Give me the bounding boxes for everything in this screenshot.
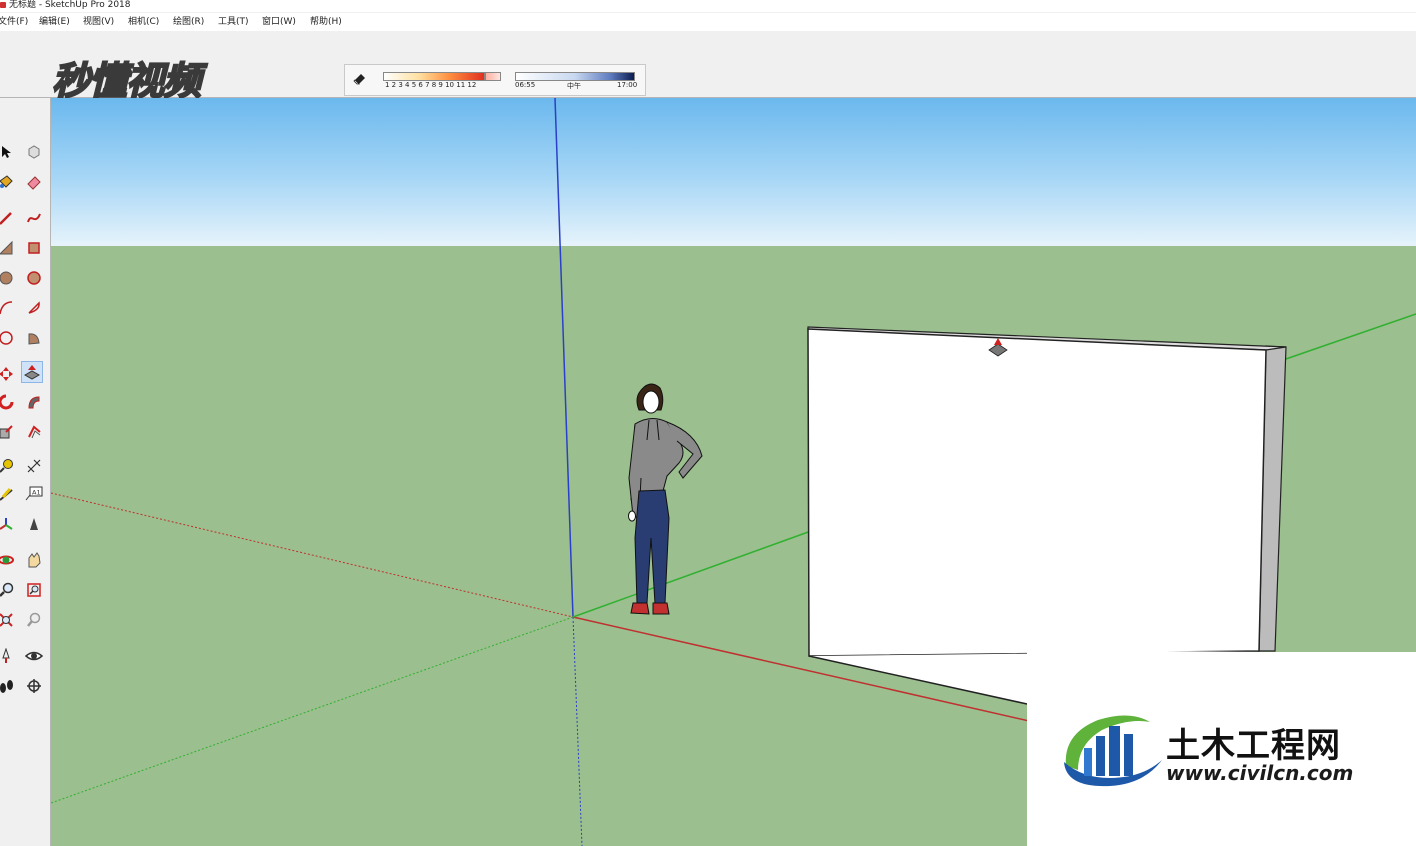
time-slider[interactable] — [515, 72, 635, 81]
green-axis — [572, 530, 812, 618]
blue-axis-negative — [572, 616, 583, 846]
push-pull-icon[interactable] — [21, 361, 43, 383]
dimension-icon[interactable] — [24, 456, 44, 476]
month-labels: 1 2 3 4 5 6 7 8 9 10 11 12 — [385, 81, 477, 89]
menu-window[interactable]: 窗口(W) — [262, 13, 296, 31]
civilcn-logo-icon — [1064, 715, 1162, 787]
wall[interactable] — [807, 326, 1287, 705]
menu-draw[interactable]: 绘图(R) — [173, 13, 204, 31]
rectangle-icon[interactable] — [0, 238, 16, 258]
line-icon[interactable] — [0, 208, 16, 228]
civilcn-url: www.civilcn.com — [1166, 761, 1354, 785]
freehand-icon[interactable] — [24, 208, 44, 228]
time-start-label: 06:55 — [515, 81, 536, 89]
main-toolbar: 1 2 3 4 5 6 7 8 9 10 11 12 06:55 中午 17:0… — [0, 31, 1416, 121]
arc-icon[interactable] — [0, 298, 16, 318]
menu-bar: 文件(F) 编辑(E) 视图(V) 相机(C) 绘图(R) 工具(T) 窗口(W… — [0, 13, 1416, 31]
offset-icon[interactable] — [24, 422, 44, 442]
polygon-icon[interactable] — [24, 268, 44, 288]
scale-figure[interactable] — [628, 383, 703, 615]
text-icon[interactable]: A1 — [24, 484, 44, 504]
circle-icon[interactable] — [0, 268, 16, 288]
wall-front — [807, 328, 1267, 657]
month-slider-end — [485, 72, 501, 81]
section-plane-icon[interactable] — [24, 676, 44, 696]
shadow-settings-panel: 1 2 3 4 5 6 7 8 9 10 11 12 06:55 中午 17:0… — [344, 64, 646, 96]
shadow-toggle-icon[interactable] — [353, 71, 367, 85]
orbit-icon[interactable] — [0, 550, 16, 570]
scale-icon[interactable] — [0, 422, 16, 442]
menu-edit[interactable]: 编辑(E) — [39, 13, 70, 31]
three-point-arc-icon[interactable] — [24, 328, 44, 348]
walk-icon[interactable] — [0, 676, 16, 696]
time-end-label: 17:00 — [617, 81, 638, 89]
red-axis-negative — [51, 492, 574, 618]
video-watermark: 秒懂视频 — [51, 58, 202, 104]
zoom-icon[interactable] — [0, 580, 16, 600]
title-bar: 无标题 - SketchUp Pro 2018 — [0, 0, 1416, 12]
make-component-icon[interactable] — [24, 142, 44, 162]
paint-bucket-icon[interactable] — [0, 172, 16, 192]
green-axis-negative — [51, 616, 574, 804]
sketchup-logo-icon — [0, 2, 6, 8]
menu-file[interactable]: 文件(F) — [0, 13, 28, 31]
eraser-icon[interactable] — [24, 172, 44, 192]
svg-text:A1: A1 — [32, 489, 41, 497]
follow-me-icon[interactable] — [24, 392, 44, 412]
pie-icon[interactable] — [24, 298, 44, 318]
select-icon[interactable] — [0, 142, 16, 162]
zoom-window-icon[interactable] — [24, 580, 44, 600]
tape-measure-icon[interactable] — [0, 456, 16, 476]
menu-help[interactable]: 帮助(H) — [310, 13, 342, 31]
3d-text-icon[interactable] — [24, 514, 44, 534]
green-axis-far — [1282, 313, 1416, 361]
window-title: 无标题 - SketchUp Pro 2018 — [9, 0, 131, 10]
zoom-extents-icon[interactable] — [0, 610, 16, 630]
rotate-icon[interactable] — [0, 392, 16, 412]
menu-camera[interactable]: 相机(C) — [128, 13, 159, 31]
previous-view-icon[interactable] — [24, 610, 44, 630]
time-noon-label: 中午 — [567, 82, 581, 90]
rotated-rectangle-icon[interactable] — [24, 238, 44, 258]
two-point-arc-icon[interactable] — [0, 328, 16, 348]
civilcn-title: 土木工程网 — [1166, 726, 1341, 766]
protractor-icon[interactable] — [0, 484, 16, 504]
pan-icon[interactable] — [24, 550, 44, 570]
menu-view[interactable]: 视图(V) — [83, 13, 114, 31]
month-slider[interactable] — [383, 72, 485, 81]
left-toolbar: A1 — [0, 98, 51, 846]
menu-tools[interactable]: 工具(T) — [218, 13, 249, 31]
move-icon[interactable] — [0, 364, 16, 384]
axes-icon[interactable] — [0, 514, 16, 534]
look-around-icon[interactable] — [24, 646, 44, 666]
position-camera-icon[interactable] — [0, 646, 16, 666]
blue-axis — [554, 98, 574, 618]
